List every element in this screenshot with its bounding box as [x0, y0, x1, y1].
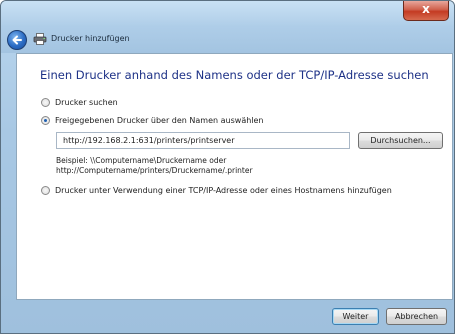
- radio-tcp-printer[interactable]: [41, 186, 50, 195]
- title-bar: x Drucker hinzufügen: [1, 1, 454, 53]
- back-arrow-icon: [12, 35, 22, 45]
- browse-button[interactable]: Durchsuchen...: [358, 132, 443, 149]
- page-heading: Einen Drucker anhand des Namens oder der…: [40, 68, 429, 82]
- radio-shared-printer[interactable]: [41, 116, 50, 125]
- printer-icon: [33, 33, 47, 45]
- dialog-footer: Weiter Abbrechen: [1, 300, 454, 333]
- option-search-printer-label: Drucker suchen: [55, 98, 118, 107]
- option-shared-printer-label: Freigegebenen Drucker über den Namen aus…: [55, 116, 264, 125]
- radio-search-printer[interactable]: [41, 98, 50, 107]
- example-text: Beispiel: \\Computername\Druckername ode…: [56, 156, 253, 176]
- example-line-2: http://Computername/printers/Druckername…: [56, 166, 253, 175]
- back-button[interactable]: [7, 30, 27, 50]
- option-shared-printer[interactable]: Freigegebenen Drucker über den Namen aus…: [41, 116, 264, 125]
- window-title: Drucker hinzufügen: [51, 34, 130, 43]
- printer-path-input[interactable]: [56, 132, 350, 149]
- content-area: Einen Drucker anhand des Namens oder der…: [16, 53, 453, 300]
- option-search-printer[interactable]: Drucker suchen: [41, 98, 118, 107]
- cancel-button[interactable]: Abbrechen: [386, 308, 447, 325]
- option-tcp-printer-label: Drucker unter Verwendung einer TCP/IP-Ad…: [55, 186, 392, 195]
- example-line-1: Beispiel: \\Computername\Druckername ode…: [56, 156, 227, 165]
- next-button[interactable]: Weiter: [332, 308, 379, 325]
- add-printer-dialog: x Drucker hinzufügen Einen Drucker anhan…: [0, 0, 455, 334]
- option-tcp-printer[interactable]: Drucker unter Verwendung einer TCP/IP-Ad…: [41, 186, 392, 195]
- close-button[interactable]: x: [403, 1, 449, 21]
